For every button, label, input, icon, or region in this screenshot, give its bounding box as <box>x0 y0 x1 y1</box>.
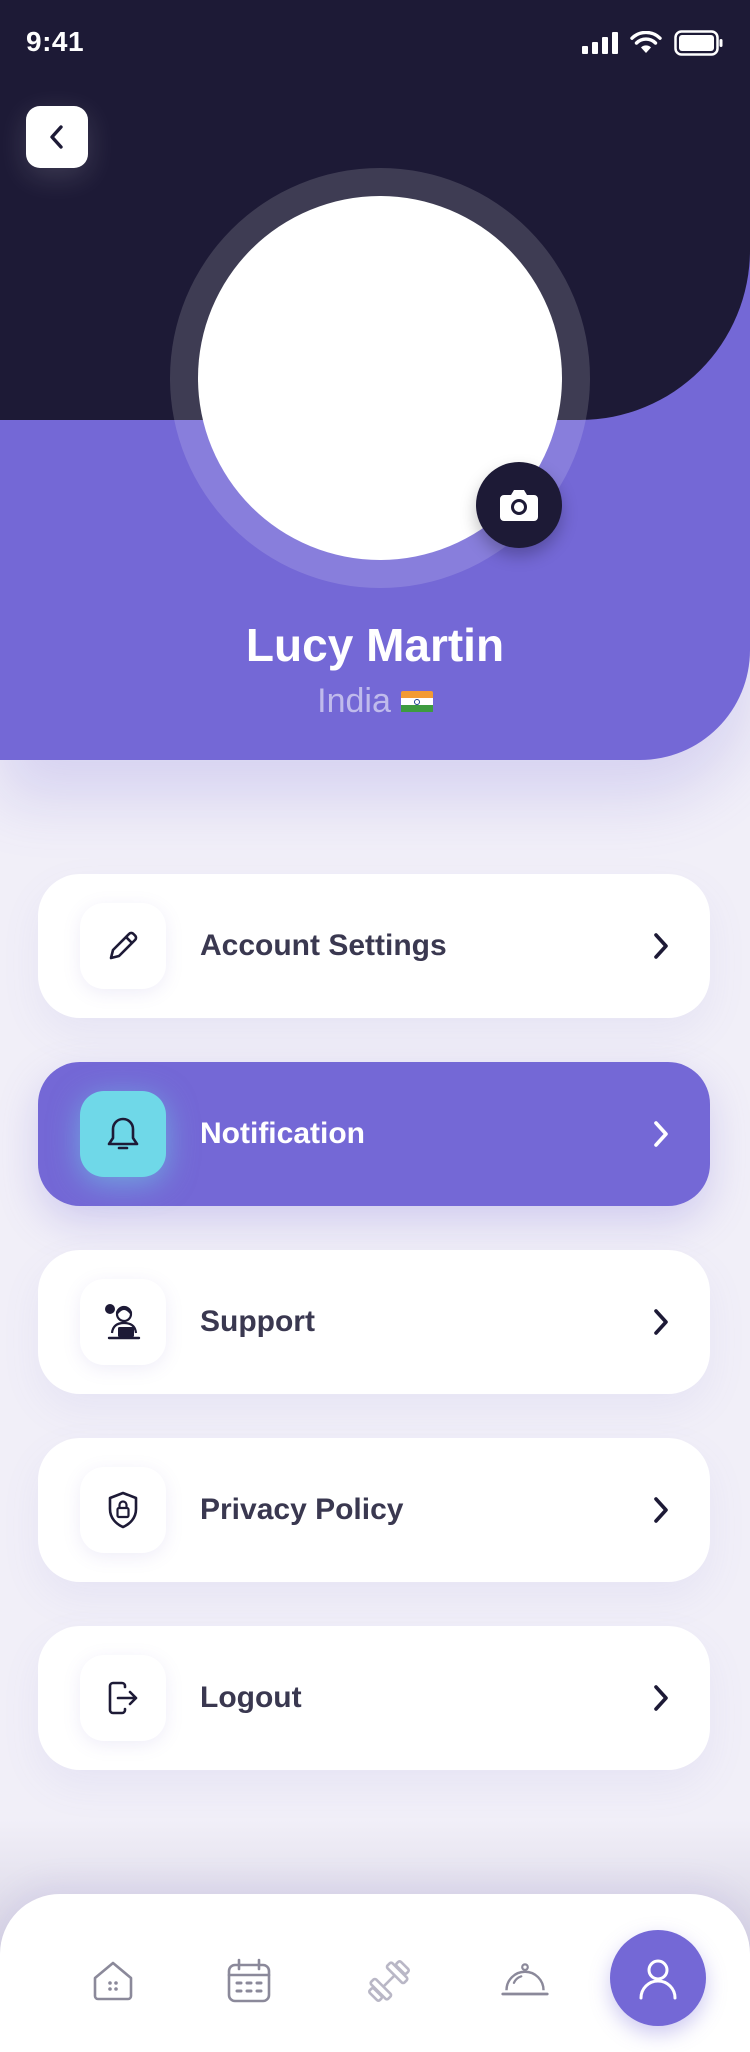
support-agent-icon <box>105 1304 141 1340</box>
status-bar: 9:41 <box>0 0 750 90</box>
nav-calendar[interactable] <box>224 1956 274 2006</box>
menu-item-label: Support <box>200 1305 315 1338</box>
chevron-right-icon <box>650 931 672 961</box>
menu-icon-box <box>80 903 166 989</box>
dumbbell-icon <box>368 1960 410 2002</box>
menu-item-label: Account Settings <box>200 929 447 962</box>
bottom-nav <box>0 1894 750 2052</box>
menu-item-logout[interactable]: Logout <box>38 1626 710 1770</box>
nav-home[interactable] <box>88 1956 138 2006</box>
profile-icon <box>639 1959 677 2000</box>
status-icons <box>582 30 724 56</box>
battery-icon <box>674 30 723 56</box>
status-time: 9:41 <box>26 26 85 57</box>
home-icon <box>93 1961 133 2001</box>
food-cloche-icon <box>501 1963 549 1996</box>
logout-icon <box>108 1681 138 1715</box>
chevron-left-icon <box>50 125 63 149</box>
menu-item-label: Privacy Policy <box>200 1493 404 1526</box>
menu-item-label: Logout <box>200 1681 302 1714</box>
menu-icon-box <box>80 1655 166 1741</box>
profile-name: Lucy Martin <box>245 619 505 671</box>
menu-item-account-settings[interactable]: Account Settings <box>38 874 710 1018</box>
menu-icon-box <box>80 1279 166 1365</box>
back-button[interactable] <box>26 106 88 168</box>
chevron-right-icon <box>650 1307 672 1337</box>
menu-icon-box <box>80 1467 166 1553</box>
pencil-icon <box>109 931 138 960</box>
bell-icon <box>107 1117 139 1150</box>
menu-item-notification[interactable]: Notification <box>38 1062 710 1206</box>
nav-meals[interactable] <box>500 1956 550 2006</box>
menu-item-privacy-policy[interactable]: Privacy Policy <box>38 1438 710 1582</box>
cellular-signal-icon <box>582 32 618 54</box>
chevron-right-icon <box>650 1683 672 1713</box>
shield-lock-icon <box>108 1491 138 1529</box>
chevron-right-icon <box>650 1119 672 1149</box>
menu-icon-box <box>80 1091 166 1177</box>
wifi-icon <box>630 31 662 53</box>
menu-item-support[interactable]: Support <box>38 1250 710 1394</box>
country-label: India <box>317 682 391 720</box>
camera-icon <box>500 490 538 521</box>
profile-country: India <box>0 682 750 721</box>
nav-workout[interactable] <box>364 1956 414 2006</box>
india-flag-icon <box>400 690 433 713</box>
change-photo-button[interactable] <box>476 462 562 548</box>
chevron-right-icon <box>650 1495 672 1525</box>
nav-profile[interactable] <box>610 1930 706 2026</box>
calendar-icon <box>227 1958 271 2003</box>
menu-item-label: Notification <box>200 1117 365 1150</box>
